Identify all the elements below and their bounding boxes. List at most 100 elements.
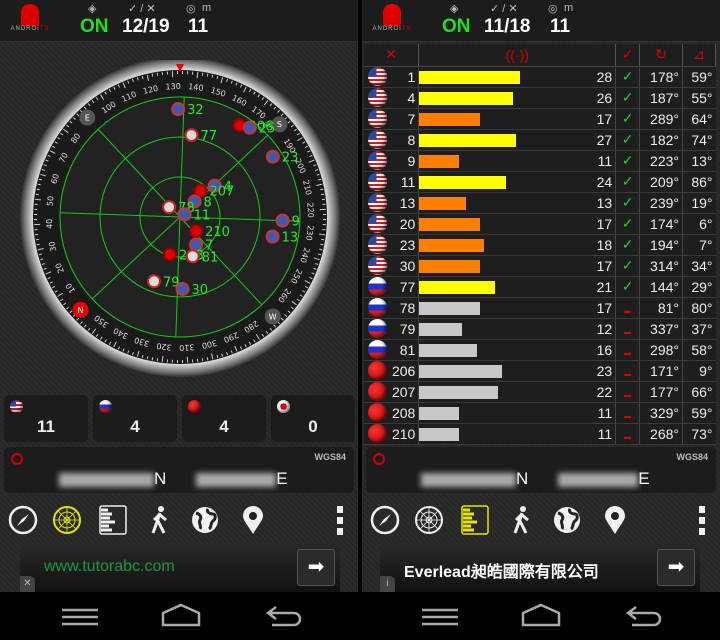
table-row[interactable]: 77 21 ✓ 144° 29° xyxy=(364,276,716,298)
more-menu-icon[interactable] xyxy=(325,505,355,535)
flag-cell xyxy=(364,297,392,319)
satellite-marker[interactable]: 81 xyxy=(185,249,219,265)
map-pin-icon[interactable] xyxy=(600,505,630,535)
walk-icon[interactable] xyxy=(507,505,537,535)
ad-arrow-button[interactable]: ➡ xyxy=(297,549,335,586)
ad-banner[interactable]: www.tutorabc.com ➡ ✕ xyxy=(20,543,340,592)
compass-icon[interactable] xyxy=(370,505,400,535)
prn-cell: 13 xyxy=(391,192,420,214)
used-satellite-icon: ✓ / ✕ xyxy=(490,3,518,15)
satellite-list-icon[interactable] xyxy=(460,505,490,535)
elevation-cell: 55° xyxy=(682,87,716,109)
flag-us-icon xyxy=(368,235,388,254)
dial-tick xyxy=(146,356,149,360)
status-header: ANDROITS ◈ ✓ / ✕ ◎ m ON 12/19 11 xyxy=(0,0,358,42)
flag-ru-icon xyxy=(368,319,388,338)
satellite-marker[interactable]: 11 xyxy=(177,207,211,223)
flag-us-icon xyxy=(175,281,190,296)
flag-us-icon xyxy=(368,130,388,149)
satellite-prn: 207 xyxy=(210,185,235,200)
table-row[interactable]: 206 23 ▬ 171° 9° xyxy=(364,360,716,382)
snr-cell: 12 xyxy=(418,318,617,340)
status-header: ANDROITS ◈ ✓ / ✕ ◎ m ON 11/18 11 xyxy=(362,0,720,42)
table-row[interactable]: 4 26 ✓ 187° 55° xyxy=(364,87,716,109)
table-row[interactable]: 207 22 ▬ 177° 66° xyxy=(364,381,716,403)
column-elevation-header[interactable]: ⊿ xyxy=(682,44,716,67)
radar-icon[interactable] xyxy=(52,505,82,535)
cardinal-label: N xyxy=(78,306,84,315)
table-row[interactable]: 30 17 ✓ 314° 34° xyxy=(364,255,716,277)
ad-arrow-button[interactable]: ➡ xyxy=(657,549,695,586)
table-row[interactable]: 11 24 ✓ 209° 86° xyxy=(364,171,716,193)
app-logo[interactable]: ANDROITS xyxy=(370,4,414,32)
radar-icon[interactable] xyxy=(414,505,444,535)
snr-cell: 17 xyxy=(418,255,617,277)
table-row[interactable]: 7 17 ✓ 289° 64° xyxy=(364,108,716,130)
table-row[interactable]: 208 11 ▬ 329° 59° xyxy=(364,402,716,424)
table-row[interactable]: 23 18 ✓ 194° 7° xyxy=(364,234,716,256)
walk-icon[interactable] xyxy=(145,505,175,535)
column-snr-header[interactable]: ((·)) xyxy=(418,44,617,67)
home-button[interactable] xyxy=(161,603,201,627)
satellite-marker[interactable]: 23 xyxy=(265,149,299,166)
dial-label: 140 xyxy=(188,82,204,93)
compass-icon[interactable] xyxy=(8,505,38,535)
recent-apps-button[interactable] xyxy=(62,608,98,626)
flag-us-icon xyxy=(368,151,388,170)
satellite-marker[interactable]: 32 xyxy=(171,102,204,118)
satellite-list-icon[interactable] xyxy=(98,505,128,535)
snr-value: 17 xyxy=(596,215,613,232)
table-row[interactable]: 210 11 ▬ 268° 73° xyxy=(364,423,716,445)
azimuth-cell: 329° xyxy=(639,402,684,424)
satellite-prn: 11 xyxy=(194,208,211,223)
datum-label: WGS84 xyxy=(314,452,346,462)
globe-icon[interactable] xyxy=(552,505,582,535)
satellite-marker[interactable]: 207 xyxy=(193,183,235,200)
snr-bar xyxy=(419,217,481,231)
azimuth-cell: 209° xyxy=(639,171,684,193)
logo-text: ANDROITS xyxy=(370,26,414,32)
table-row[interactable]: 20 17 ✓ 174° 6° xyxy=(364,213,716,235)
table-row[interactable]: 8 27 ✓ 182° 74° xyxy=(364,129,716,151)
ad-close-button[interactable]: ✕ xyxy=(20,576,35,592)
globe-icon[interactable] xyxy=(190,505,220,535)
satellite-marker[interactable]: 13 xyxy=(265,229,299,246)
back-button[interactable] xyxy=(625,606,662,627)
azimuth-cell: 289° xyxy=(639,108,684,130)
table-row[interactable]: 78 17 ▬ 81° 80° xyxy=(364,297,716,319)
satellite-prn: 77 xyxy=(201,129,218,144)
map-pin-icon[interactable] xyxy=(238,505,268,535)
satellite-marker[interactable]: 25 xyxy=(242,120,276,137)
satellite-prn: 23 xyxy=(282,151,299,166)
elevation-cell: 64° xyxy=(682,108,716,130)
ad-text[interactable]: www.tutorabc.com xyxy=(44,558,175,576)
table-row[interactable]: 13 13 ✓ 239° 19° xyxy=(364,192,716,214)
table-row[interactable]: 9 11 ✓ 223° 13° xyxy=(364,150,716,172)
prn-cell: 79 xyxy=(391,318,420,340)
app-logo[interactable]: ANDROITS xyxy=(8,4,52,32)
snr-cell: 13 xyxy=(418,192,617,214)
column-azimuth-header[interactable]: ↻ xyxy=(639,44,684,67)
home-button[interactable] xyxy=(521,603,561,627)
snr-bar xyxy=(419,301,481,315)
back-button[interactable] xyxy=(265,606,302,627)
table-row[interactable]: 1 28 ✓ 178° 59° xyxy=(364,66,716,88)
ad-banner[interactable]: Everlead昶皓國際有限公司 ➡ i xyxy=(380,543,700,592)
flag-us-icon xyxy=(368,67,388,86)
dial-label: 130 xyxy=(165,82,181,92)
used-check-icon: ✓ xyxy=(615,234,641,256)
gps-status: ON xyxy=(80,16,109,37)
satellite-marker[interactable]: 79 xyxy=(147,274,180,290)
recent-apps-button[interactable] xyxy=(422,608,458,626)
bottom-toolbar xyxy=(362,497,720,540)
ad-text[interactable]: Everlead昶皓國際有限公司 xyxy=(404,558,599,582)
ad-info-button[interactable]: i xyxy=(380,576,395,592)
more-menu-icon[interactable] xyxy=(687,505,717,535)
satellite-marker[interactable]: 77 xyxy=(184,128,218,144)
satellite-marker[interactable]: 30 xyxy=(175,281,209,298)
column-used-header[interactable]: ✓ xyxy=(615,44,641,67)
column-prn-header[interactable]: ✕ xyxy=(364,44,420,67)
table-row[interactable]: 81 16 ▬ 298° 58° xyxy=(364,339,716,361)
table-row[interactable]: 79 12 ▬ 337° 37° xyxy=(364,318,716,340)
system-nav-bar xyxy=(62,603,302,627)
